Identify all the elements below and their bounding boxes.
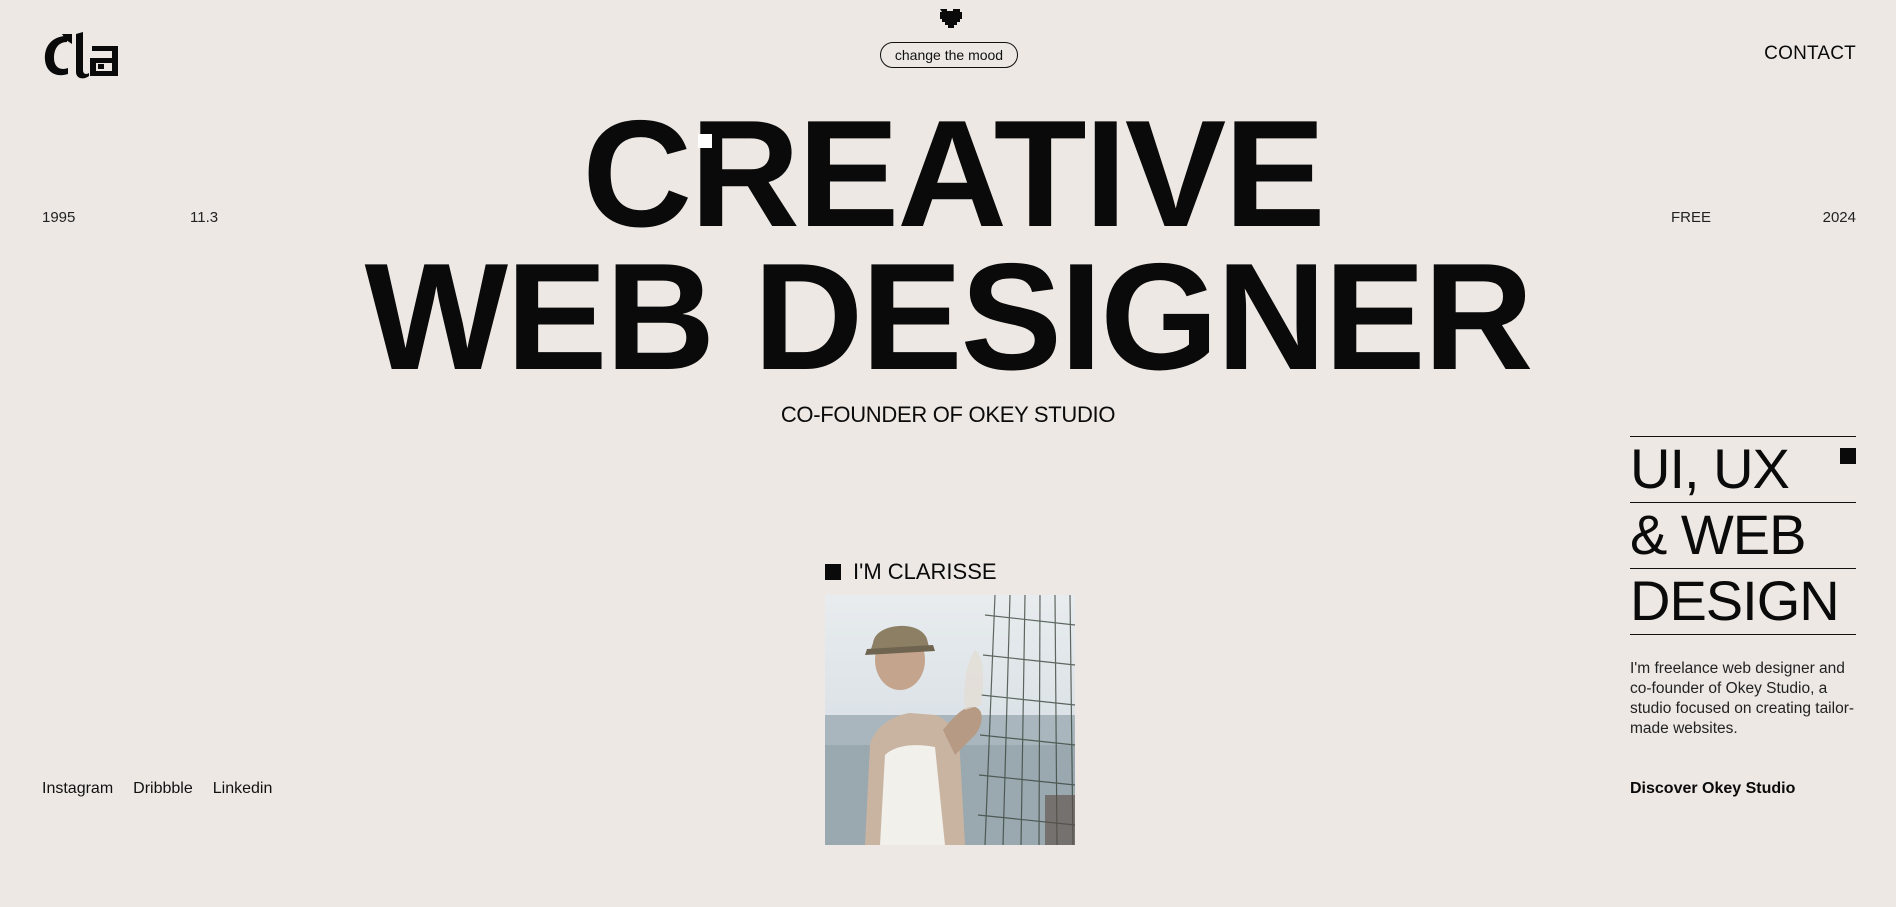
dribbble-link[interactable]: Dribbble bbox=[133, 780, 193, 798]
service-label: UI, UX bbox=[1630, 437, 1790, 500]
linkedin-link[interactable]: Linkedin bbox=[213, 780, 273, 798]
change-mood-button[interactable]: change the mood bbox=[880, 42, 1018, 68]
services-list: UI, UX & WEB DESIGN bbox=[1630, 436, 1856, 635]
social-links: Instagram Dribbble Linkedin bbox=[42, 780, 272, 798]
service-label: DESIGN bbox=[1630, 569, 1840, 632]
heart-icon[interactable] bbox=[937, 6, 963, 30]
discover-studio-link[interactable]: Discover Okey Studio bbox=[1630, 780, 1795, 798]
hero-pixel-square bbox=[698, 134, 712, 148]
hero-title-line2: WEB DESIGNER bbox=[364, 232, 1534, 402]
contact-link[interactable]: CONTACT bbox=[1764, 43, 1856, 65]
square-bullet-icon bbox=[825, 564, 841, 580]
logo-mark bbox=[44, 32, 118, 79]
logo[interactable] bbox=[42, 30, 122, 82]
intro-label: I'M CLARISSE bbox=[825, 559, 997, 585]
intro-text: I'M CLARISSE bbox=[853, 559, 997, 584]
service-label: & WEB bbox=[1630, 503, 1806, 566]
service-item: & WEB bbox=[1630, 502, 1856, 568]
service-item: DESIGN bbox=[1630, 568, 1856, 635]
hero-subtitle: CO-FOUNDER OF OKEY STUDIO bbox=[780, 402, 1116, 427]
instagram-link[interactable]: Instagram bbox=[42, 780, 113, 798]
profile-photo bbox=[825, 595, 1075, 845]
service-item: UI, UX bbox=[1630, 436, 1856, 502]
square-icon bbox=[1840, 448, 1856, 464]
hero-title-line1: CREATIVE bbox=[582, 89, 1325, 259]
services-description: I'm freelance web designer and co-founde… bbox=[1630, 660, 1855, 737]
